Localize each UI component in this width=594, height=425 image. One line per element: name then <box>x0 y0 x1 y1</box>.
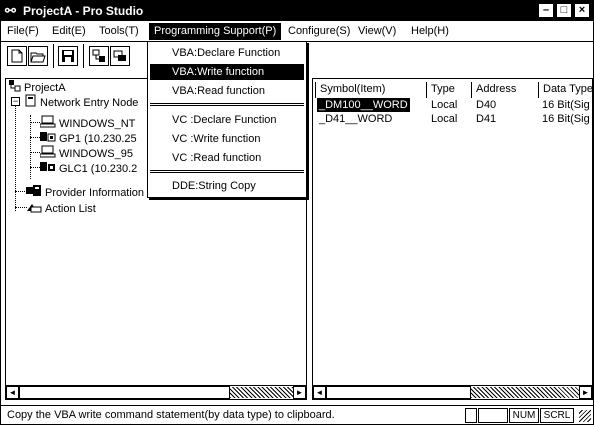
minimize-button[interactable]: – <box>538 3 554 18</box>
new-file-button[interactable] <box>7 46 27 66</box>
tree-item-action-list[interactable]: Action List <box>26 200 96 215</box>
network-tool-icon <box>92 49 105 62</box>
list-row[interactable]: _DM100__WORD Local D40 16 Bit(Sig <box>313 98 592 112</box>
tree-item-node[interactable]: GLC1 (10.230.2 <box>40 160 137 175</box>
tree-item-label: Network Entry Node <box>40 96 139 109</box>
title-bar[interactable]: ⚯ ProjectA - Pro Studio – □ × <box>1 1 593 21</box>
tree-horizontal-scrollbar[interactable]: ◄ ► <box>6 385 306 399</box>
menu-item-vba-declare-function[interactable]: VBA:Declare Function <box>150 45 304 61</box>
scroll-left-button[interactable]: ◄ <box>6 386 19 399</box>
status-message: Copy the VBA write command statement(by … <box>7 409 335 421</box>
menu-item-vc-declare-function[interactable]: VC :Declare Function <box>150 112 304 128</box>
num-lock-indicator: NUM <box>509 408 539 423</box>
data-type-cell: 16 Bit(Sig <box>542 99 590 111</box>
menu-item-vba-read-function[interactable]: VBA:Read function <box>150 83 304 99</box>
menu-item-vba-write-function[interactable]: VBA:Write function <box>150 64 304 80</box>
tree-item-label: ProjectA <box>24 81 66 94</box>
app-logo-icon: ⚯ <box>5 3 16 18</box>
tree-item-node[interactable]: GP1 (10.230.25 <box>40 130 137 145</box>
open-folder-icon <box>30 52 46 62</box>
scroll-left-button[interactable]: ◄ <box>313 386 326 399</box>
scroll-track[interactable] <box>230 387 293 398</box>
column-header-address[interactable]: Address <box>471 82 537 98</box>
tree-item-node[interactable]: WINDOWS_95 <box>39 145 133 160</box>
column-header-symbol[interactable]: Symbol(Item) <box>315 82 425 98</box>
save-button[interactable] <box>58 46 78 66</box>
close-button[interactable]: × <box>574 3 590 18</box>
tree-item-label: Provider Information <box>45 186 145 199</box>
address-cell: D40 <box>476 99 497 111</box>
data-type-cell: 16 Bit(Sig <box>542 113 590 125</box>
programming-support-menu: VBA:Declare Function VBA:Write function … <box>147 41 307 198</box>
toolbar-separator <box>53 44 54 68</box>
symbol-list-pane[interactable]: Symbol(Item) Type Address Data Type _DM1… <box>312 78 593 400</box>
menu-programming-support[interactable]: Programming Support(P) <box>149 23 282 40</box>
toolbar-separator <box>83 44 84 68</box>
scroll-track[interactable] <box>471 387 579 398</box>
open-file-button[interactable] <box>28 46 48 66</box>
menu-item-vc-read-function[interactable]: VC :Read function <box>150 150 304 166</box>
app-window: ⚯ ProjectA - Pro Studio – □ × File(F) Ed… <box>0 0 594 425</box>
tree-item-label: Action List <box>45 202 96 215</box>
list-row[interactable]: _D41__WORD Local D41 16 Bit(Sig <box>313 112 592 126</box>
menu-bar: File(F) Edit(E) Tools(T) Programming Sup… <box>1 22 593 41</box>
symbol-cell[interactable]: _DM100__WORD <box>317 98 410 112</box>
symbol-tool-button[interactable] <box>110 46 130 66</box>
collapse-toggle[interactable]: − <box>11 97 20 106</box>
new-file-icon <box>11 49 23 63</box>
menu-file[interactable]: File(F) <box>7 25 39 37</box>
menu-help[interactable]: Help(H) <box>411 25 449 37</box>
project-icon <box>8 79 21 97</box>
scroll-lock-indicator: SCRL <box>540 408 574 423</box>
tree-item-node[interactable]: WINDOWS_NT <box>39 115 136 130</box>
tree-item-project[interactable]: ProjectA <box>8 79 66 94</box>
status-indicator-empty <box>478 408 508 423</box>
tree-item-provider-information[interactable]: Provider Information <box>26 184 144 199</box>
floppy-disk-icon <box>62 50 74 62</box>
menu-edit[interactable]: Edit(E) <box>52 25 86 37</box>
tree-item-network-entry-node[interactable]: Network Entry Node <box>24 94 138 109</box>
network-settings-button[interactable] <box>89 46 109 66</box>
column-header-data-type[interactable]: Data Type <box>538 82 592 98</box>
menu-view[interactable]: View(V) <box>358 25 396 37</box>
list-horizontal-scrollbar[interactable]: ◄ ► <box>313 385 592 399</box>
network-node-icon <box>24 94 37 112</box>
menu-separator <box>150 170 304 173</box>
glc-device-icon <box>40 160 56 178</box>
symbol-cell[interactable]: _D41__WORD <box>319 112 392 126</box>
action-list-icon <box>26 200 42 218</box>
scroll-right-button[interactable]: ► <box>293 386 306 399</box>
window-title: ProjectA - Pro Studio <box>23 4 144 18</box>
tree-item-label: WINDOWS_95 <box>59 147 133 160</box>
scroll-right-button[interactable]: ► <box>579 386 592 399</box>
menu-item-vc-write-function[interactable]: VC :Write function <box>150 131 304 147</box>
maximize-button[interactable]: □ <box>556 3 572 18</box>
tree-item-label: WINDOWS_NT <box>59 117 136 130</box>
menu-tools[interactable]: Tools(T) <box>99 25 139 37</box>
status-bar: Copy the VBA write command statement(by … <box>1 405 593 424</box>
status-indicator-empty <box>465 408 477 423</box>
type-cell: Local <box>431 99 458 111</box>
tree-item-label: GLC1 (10.230.2 <box>59 162 138 175</box>
tree-item-label: GP1 (10.230.25 <box>59 132 137 145</box>
column-header-type[interactable]: Type <box>426 82 470 98</box>
scroll-thumb[interactable] <box>19 386 230 399</box>
menu-separator <box>150 103 304 106</box>
menu-configure[interactable]: Configure(S) <box>288 25 350 37</box>
symbol-tool-icon <box>113 50 126 61</box>
resize-grip-icon[interactable] <box>579 410 591 422</box>
menu-item-dde-string-copy[interactable]: DDE:String Copy <box>150 178 304 194</box>
scroll-thumb[interactable] <box>326 386 471 399</box>
address-cell: D41 <box>476 113 497 125</box>
type-cell: Local <box>431 113 458 125</box>
